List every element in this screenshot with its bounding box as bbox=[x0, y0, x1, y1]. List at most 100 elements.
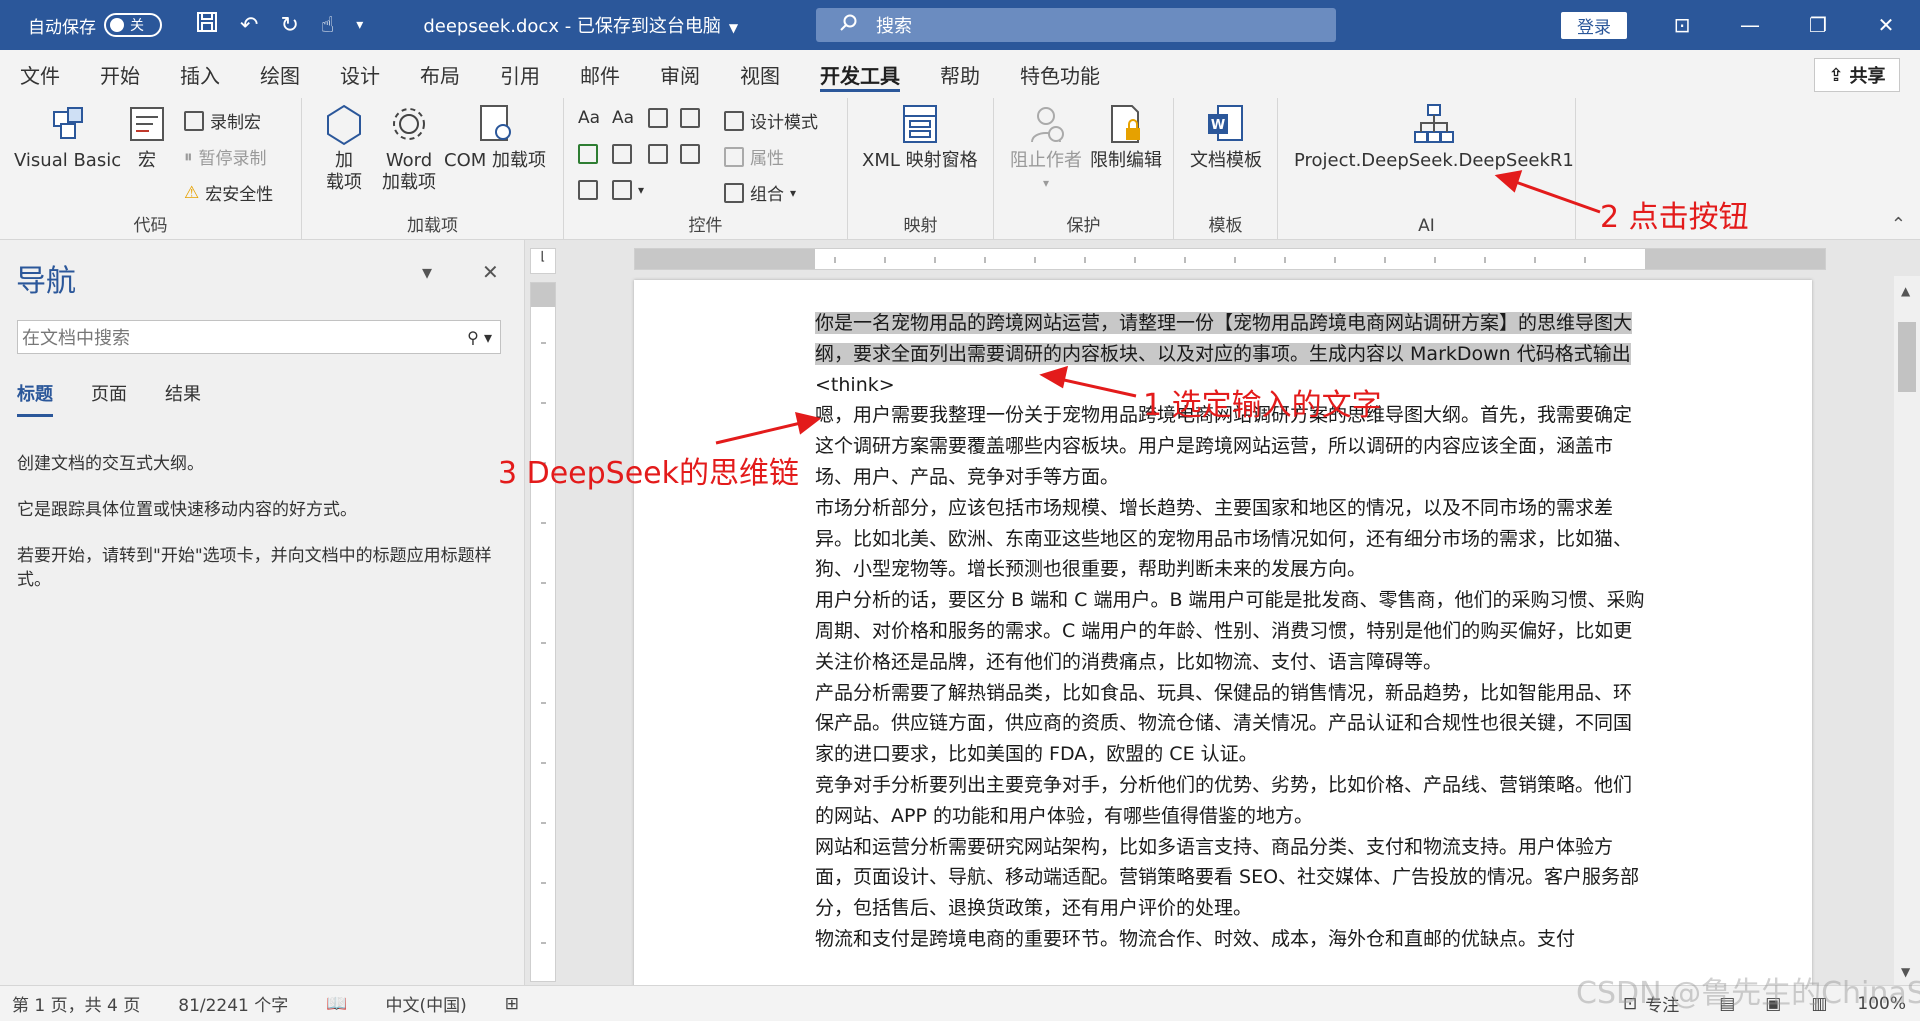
nav-tab-headings[interactable]: 标题 bbox=[17, 380, 53, 417]
group-protect: 阻止作者 ▾ 限制编辑 保护 bbox=[994, 98, 1174, 240]
tab-insert[interactable]: 插入 bbox=[160, 50, 240, 98]
login-button[interactable]: 登录 bbox=[1561, 12, 1627, 39]
com-addins-button[interactable]: COM 加载项 bbox=[444, 102, 546, 172]
nav-options-icon[interactable]: ▾ bbox=[422, 260, 432, 284]
scrollbar-thumb[interactable] bbox=[1898, 322, 1916, 392]
page-count[interactable]: 第 1 页，共 4 页 bbox=[12, 991, 140, 1016]
restrict-editing-button[interactable]: 限制编辑 bbox=[1090, 102, 1162, 172]
paragraph[interactable]: 竞争对手分析要列出主要竞争对手，分析他们的优势、劣势，比如价格、产品线、营销策略… bbox=[815, 770, 1647, 832]
picture-control[interactable] bbox=[648, 108, 668, 128]
search-icon[interactable]: ⚲ ▾ bbox=[467, 328, 492, 347]
nav-close-icon[interactable]: ✕ bbox=[482, 260, 499, 284]
group-label-addins: 加载项 bbox=[407, 216, 458, 236]
nav-search-input[interactable]: 在文档中搜索 ⚲ ▾ bbox=[17, 320, 501, 354]
restrict-editing-label: 限制编辑 bbox=[1090, 150, 1162, 171]
language[interactable]: 中文(中国) bbox=[385, 991, 466, 1016]
share-button[interactable]: ⇪ 共享 bbox=[1814, 58, 1900, 92]
group-button[interactable]: 组合 ▾ bbox=[724, 180, 796, 205]
tab-layout[interactable]: 布局 bbox=[400, 50, 480, 98]
combo-box-control[interactable] bbox=[612, 144, 632, 164]
paragraph[interactable]: 市场分析部分，应该包括市场规模、增长趋势、主要国家和地区的情况，以及不同市场的需… bbox=[815, 493, 1647, 585]
deepseek-r1-button[interactable]: Project.DeepSeek.DeepSeekR1 bbox=[1294, 102, 1574, 172]
paragraph[interactable]: 用户分析的话，要区分 B 端和 C 端用户。B 端用户可能是批发商、零售商，他们… bbox=[815, 585, 1647, 677]
macro-button[interactable]: 宏 bbox=[125, 102, 169, 172]
tab-help[interactable]: 帮助 bbox=[920, 50, 1000, 98]
paragraph[interactable]: 网站和运营分析需要研究网站架构，比如多语言支持、商品分类、支付和物流支持。用户体… bbox=[815, 832, 1647, 924]
minimize-icon[interactable]: — bbox=[1716, 13, 1784, 37]
group-code: Visual Basic 宏 录制宏 ⏸ 暂停录制 ⚠ 宏安全性 代码 bbox=[0, 98, 302, 240]
horizontal-ruler[interactable] bbox=[634, 248, 1826, 270]
tab-design[interactable]: 设计 bbox=[320, 50, 400, 98]
design-mode-button[interactable]: 设计模式 bbox=[724, 108, 818, 133]
tab-draw[interactable]: 绘图 bbox=[240, 50, 320, 98]
customize-qat-icon[interactable]: ▾ bbox=[356, 17, 363, 33]
addins-button[interactable]: 加 载项 bbox=[322, 102, 366, 194]
visual-basic-button[interactable]: Visual Basic bbox=[14, 102, 121, 172]
close-icon[interactable]: ✕ bbox=[1852, 13, 1920, 37]
tab-selector[interactable]: ⌊ bbox=[530, 248, 556, 274]
visual-basic-icon bbox=[52, 107, 83, 139]
document-title[interactable]: deepseek.docx - 已保存到这台电脑 ▼ bbox=[423, 12, 738, 38]
redo-icon[interactable]: ↻ bbox=[280, 13, 298, 38]
xml-mapping-label: XML 映射窗格 bbox=[862, 150, 978, 171]
record-macro-icon bbox=[184, 110, 204, 131]
document-template-button[interactable]: W 文档模板 bbox=[1190, 102, 1262, 172]
tab-references[interactable]: 引用 bbox=[480, 50, 560, 98]
search-box[interactable]: 搜索 bbox=[816, 8, 1336, 42]
tab-developer[interactable]: 开发工具 bbox=[800, 50, 920, 98]
tab-features[interactable]: 特色功能 bbox=[1000, 50, 1120, 98]
properties-icon bbox=[724, 146, 744, 167]
touch-mode-icon[interactable]: ☝ bbox=[321, 13, 334, 38]
tab-home[interactable]: 开始 bbox=[80, 50, 160, 98]
properties-button[interactable]: 属性 bbox=[724, 144, 784, 169]
nav-tabs: 标题 页面 结果 bbox=[17, 380, 201, 417]
block-authors-button[interactable]: 阻止作者 ▾ bbox=[1010, 102, 1082, 194]
vertical-scrollbar[interactable]: ▲ ▼ bbox=[1894, 276, 1920, 985]
word-addins-button[interactable]: Word 加载项 bbox=[382, 102, 436, 194]
org-chart-icon bbox=[1413, 104, 1454, 143]
window-controls: ⊡ — ❐ ✕ bbox=[1648, 0, 1920, 50]
tab-file[interactable]: 文件 bbox=[0, 50, 80, 98]
vertical-ruler[interactable] bbox=[530, 282, 556, 982]
word-count[interactable]: 81/2241 个字 bbox=[178, 991, 288, 1016]
autosave-toggle[interactable]: 关 bbox=[104, 13, 162, 37]
nav-hint-1: 创建文档的交互式大纲。 bbox=[17, 454, 204, 474]
legacy-tools-button[interactable]: ▾ bbox=[612, 180, 644, 200]
paragraph[interactable]: 产品分析需要了解热销品类，比如食品、玩具、保健品的销售情况，新品趋势，比如智能用… bbox=[815, 678, 1647, 770]
paragraph[interactable]: 物流和支付是跨境电商的重要环节。物流合作、时效、成本，海外仓和直邮的优缺点。支付 bbox=[815, 924, 1647, 955]
building-block-icon bbox=[680, 108, 700, 128]
nav-hint-3: 若要开始，请转到"开始"选项卡，并向文档中的标题应用标题样式。 bbox=[17, 546, 492, 590]
plain-text-control[interactable]: Aa bbox=[612, 108, 634, 128]
ribbon-display-icon[interactable]: ⊡ bbox=[1648, 13, 1716, 37]
proofing-icon[interactable]: 📖 bbox=[326, 994, 347, 1014]
block-authors-label: 阻止作者 bbox=[1010, 150, 1082, 171]
macro-security-button[interactable]: ⚠ 宏安全性 bbox=[184, 180, 273, 206]
repeating-section-control[interactable] bbox=[578, 180, 598, 200]
restore-icon[interactable]: ❐ bbox=[1784, 13, 1852, 37]
tab-view[interactable]: 视图 bbox=[720, 50, 800, 98]
ribbon-tabs: 文件 开始 插入 绘图 设计 布局 引用 邮件 审阅 视图 开发工具 帮助 特色… bbox=[0, 50, 1920, 98]
pause-recording-button[interactable]: ⏸ 暂停录制 bbox=[184, 144, 267, 170]
dropdown-list-control[interactable] bbox=[648, 144, 668, 164]
title-bar: 自动保存 关 ↶ ↻ ☝ ▾ deepseek.docx - 已保存到这台电脑 ▼… bbox=[0, 0, 1920, 50]
chevron-down-icon: ▾ bbox=[638, 183, 645, 197]
group-label-code: 代码 bbox=[133, 216, 168, 236]
scroll-up-icon[interactable]: ▲ bbox=[1901, 284, 1910, 298]
undo-icon[interactable]: ↶ bbox=[240, 13, 258, 38]
date-picker-control[interactable] bbox=[680, 144, 700, 164]
building-block-control[interactable] bbox=[680, 108, 700, 128]
selected-prompt-text[interactable]: 你是一名宠物用品的跨境网站运营，请整理一份【宠物用品跨境电商网站调研方案】的思维… bbox=[815, 312, 1633, 365]
com-addins-label: COM 加载项 bbox=[444, 150, 546, 171]
xml-mapping-button[interactable]: XML 映射窗格 bbox=[862, 102, 978, 172]
nav-title: 导航 bbox=[16, 264, 76, 299]
nav-tab-pages[interactable]: 页面 bbox=[91, 380, 127, 417]
save-icon[interactable] bbox=[196, 11, 218, 39]
record-macro-button[interactable]: 录制宏 bbox=[184, 108, 261, 133]
rich-text-control[interactable]: Aa bbox=[578, 108, 600, 128]
checkbox-control[interactable] bbox=[578, 144, 598, 164]
tab-mailings[interactable]: 邮件 bbox=[560, 50, 640, 98]
nav-tab-results[interactable]: 结果 bbox=[165, 380, 201, 417]
tab-review[interactable]: 审阅 bbox=[640, 50, 720, 98]
collapse-ribbon-icon[interactable]: ⌃ bbox=[1891, 214, 1906, 235]
macro-record-icon[interactable]: ⊞ bbox=[505, 994, 519, 1014]
